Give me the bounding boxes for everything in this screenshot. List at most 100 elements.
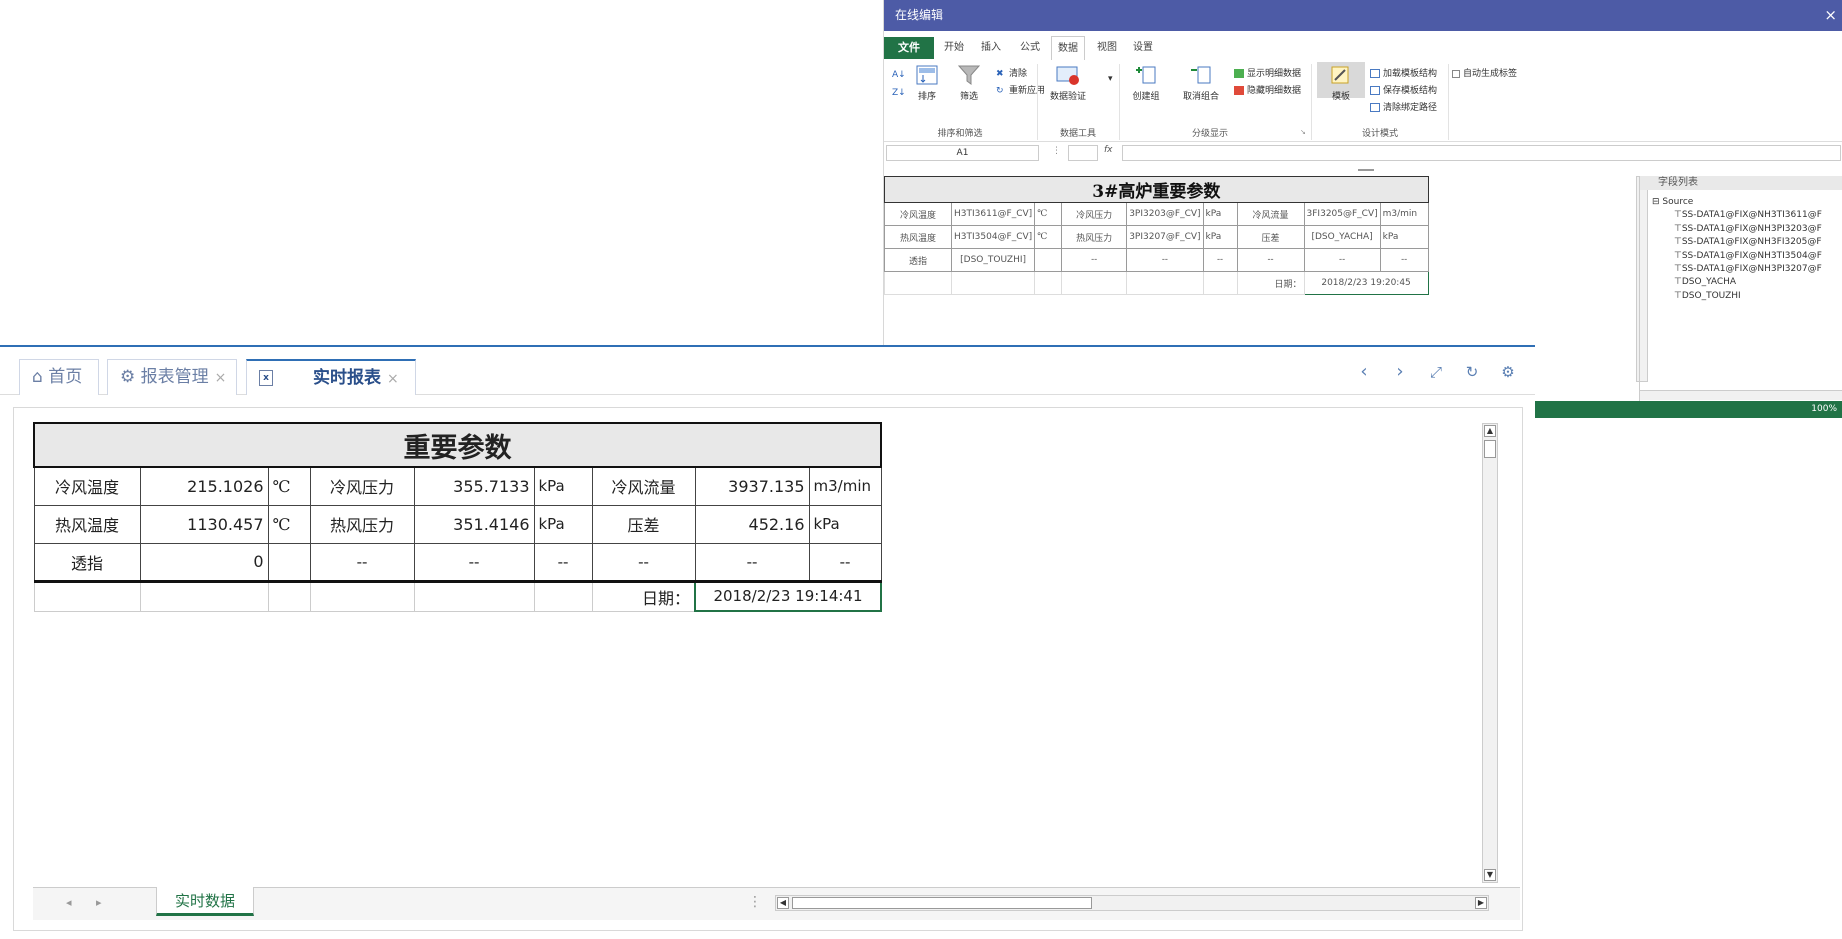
horizontal-scrollbar[interactable]: ◀ ▶ [775, 895, 1489, 911]
cell[interactable]: 透指 [33, 542, 141, 583]
vertical-scrollbar[interactable]: ▲ ▼ [1482, 423, 1498, 883]
cell[interactable]: 热风温度 [884, 225, 952, 249]
ungroup-button[interactable]: 取消组合 [1177, 64, 1225, 102]
tree-field-item[interactable]: ⊤DSO_YACHA [1652, 276, 1842, 289]
collapse-icon[interactable]: ⊟ [1652, 197, 1662, 207]
cell[interactable]: -- [533, 542, 593, 583]
zoom-level[interactable]: 100% [1811, 404, 1837, 414]
tab-formula[interactable]: 公式 [1020, 36, 1040, 60]
cell[interactable] [1034, 248, 1063, 272]
cell[interactable]: 冷风压力 [309, 466, 415, 506]
close-icon[interactable]: × [1824, 0, 1837, 31]
cell[interactable]: -- [591, 542, 696, 583]
tab-report-management[interactable]: ⚙ 报表管理 × [107, 359, 237, 395]
cell[interactable]: [DSO_YACHA] [1303, 225, 1381, 249]
close-tab-icon[interactable]: × [215, 370, 227, 386]
cell[interactable] [267, 542, 311, 583]
cell[interactable]: 压差 [591, 504, 696, 544]
sort-desc-icon[interactable]: Z↓ [892, 84, 906, 101]
cell[interactable]: [DSO_TOUZHI] [950, 248, 1036, 272]
cell[interactable]: 热风压力 [1061, 225, 1128, 249]
cell[interactable]: -- [694, 542, 810, 583]
cell[interactable]: 冷风流量 [1236, 202, 1305, 226]
cell[interactable]: 3PI3207@F_CV] [1126, 225, 1204, 249]
cell[interactable]: 透指 [884, 248, 952, 272]
cell[interactable]: 3FI3205@F_CV] [1303, 202, 1381, 226]
refresh-icon[interactable]: ↻ [1463, 363, 1481, 381]
tree-field-item[interactable]: ⊤SS-DATA1@FIX@NH3FI3205@F [1652, 236, 1842, 249]
more-options-icon[interactable]: ⋮ [1052, 146, 1061, 156]
cell[interactable]: 冷风流量 [591, 466, 696, 506]
tab-view[interactable]: 视图 [1097, 36, 1117, 60]
cell[interactable]: 1130.457 [139, 504, 269, 544]
cell[interactable]: kPa [1379, 225, 1429, 249]
cell[interactable]: -- [309, 542, 415, 583]
tree-field-item[interactable]: ⊤SS-DATA1@FIX@NH3PI3207@F [1652, 263, 1842, 276]
function-box[interactable] [1068, 145, 1098, 161]
scroll-thumb[interactable] [792, 897, 1092, 909]
sheet-splitter-icon[interactable]: ⋮ [748, 894, 762, 910]
cell[interactable]: 355.7133 [413, 466, 535, 506]
template-button[interactable]: 模板 [1317, 62, 1365, 102]
tree-field-item[interactable]: ⊤SS-DATA1@FIX@NH3TI3611@F [1652, 209, 1842, 222]
cell[interactable] [533, 581, 592, 612]
tree-field-item[interactable]: ⊤SS-DATA1@FIX@NH3PI3203@F [1652, 223, 1842, 236]
data-validation-button[interactable]: 数据验证 [1044, 64, 1092, 102]
scroll-left-icon[interactable]: ◀ [777, 897, 789, 909]
scroll-up-icon[interactable]: ▲ [1484, 425, 1496, 437]
cell[interactable]: 452.16 [694, 504, 810, 544]
cell[interactable]: 热风压力 [309, 504, 415, 544]
name-box[interactable]: A1 [886, 145, 1039, 161]
cell[interactable]: ℃ [1034, 202, 1063, 226]
filter-button[interactable]: 筛选 [954, 64, 984, 102]
date-cell[interactable]: 2018/2/23 19:14:41 [694, 580, 882, 612]
editor-sheet-title[interactable]: 3#高炉重要参数 [884, 176, 1429, 203]
tree-root-source[interactable]: ⊟ Source [1652, 196, 1842, 209]
field-list-scrollbar[interactable] [1640, 390, 1842, 400]
hide-detail-button[interactable]: 隐藏明细数据 [1234, 83, 1301, 96]
date-cell[interactable]: 2018/2/23 19:20:45 [1303, 271, 1429, 295]
splitter-handle[interactable] [1358, 169, 1374, 171]
sheet-tab-realtime[interactable]: 实时数据 [156, 887, 254, 916]
cell[interactable]: kPa [533, 504, 593, 544]
tab-settings[interactable]: 设置 [1133, 36, 1153, 60]
tab-file[interactable]: 文件 [884, 37, 934, 59]
scroll-thumb[interactable] [1484, 440, 1496, 458]
tab-realtime-report[interactable]: x 实时报表 × [246, 359, 416, 395]
cell[interactable]: -- [1202, 248, 1238, 272]
cell[interactable]: H3TI3504@F_CV] [950, 225, 1036, 249]
tab-home-page[interactable]: ⌂ 首页 [19, 359, 99, 395]
cell[interactable]: 热风温度 [33, 504, 141, 544]
dropdown-arrow-icon[interactable]: ▾ [1108, 74, 1113, 84]
cell[interactable] [309, 581, 414, 612]
cell[interactable]: 冷风温度 [33, 466, 141, 506]
cell[interactable]: H3TI3611@F_CV] [950, 202, 1036, 226]
cell[interactable]: kPa [1202, 202, 1238, 226]
sort-asc-icon[interactable]: A↓ [892, 66, 906, 83]
cell[interactable] [413, 581, 534, 612]
cell[interactable]: -- [1061, 248, 1128, 272]
cell[interactable] [33, 581, 140, 612]
fullscreen-icon[interactable]: ⤢ [1427, 363, 1445, 381]
tree-field-item[interactable]: ⊤DSO_TOUZHI [1652, 290, 1842, 303]
report-title[interactable]: 重要参数 [33, 422, 882, 468]
tab-data[interactable]: 数据 [1051, 36, 1085, 60]
auto-label-checkbox[interactable]: 自动生成标签 [1452, 66, 1517, 79]
cell[interactable]: kPa [1202, 225, 1238, 249]
cell[interactable]: -- [808, 542, 882, 583]
cell[interactable]: kPa [533, 466, 593, 506]
clear-binding-button[interactable]: 清除绑定路径 [1370, 100, 1437, 113]
tab-home[interactable]: 开始 [944, 36, 964, 60]
cell[interactable]: 351.4146 [413, 504, 535, 544]
cell[interactable]: 冷风压力 [1061, 202, 1128, 226]
scroll-right-icon[interactable]: ▶ [1475, 897, 1487, 909]
cell[interactable]: m3/min [808, 466, 882, 506]
cell[interactable]: 215.1026 [139, 466, 269, 506]
create-group-button[interactable]: 创建组 [1124, 64, 1168, 102]
formula-input[interactable] [1122, 145, 1841, 161]
cell[interactable]: ℃ [1034, 225, 1063, 249]
cell[interactable]: ℃ [267, 466, 311, 506]
show-detail-button[interactable]: 显示明细数据 [1234, 66, 1301, 79]
cell[interactable]: 3937.135 [694, 466, 810, 506]
cell[interactable]: -- [1379, 248, 1429, 272]
